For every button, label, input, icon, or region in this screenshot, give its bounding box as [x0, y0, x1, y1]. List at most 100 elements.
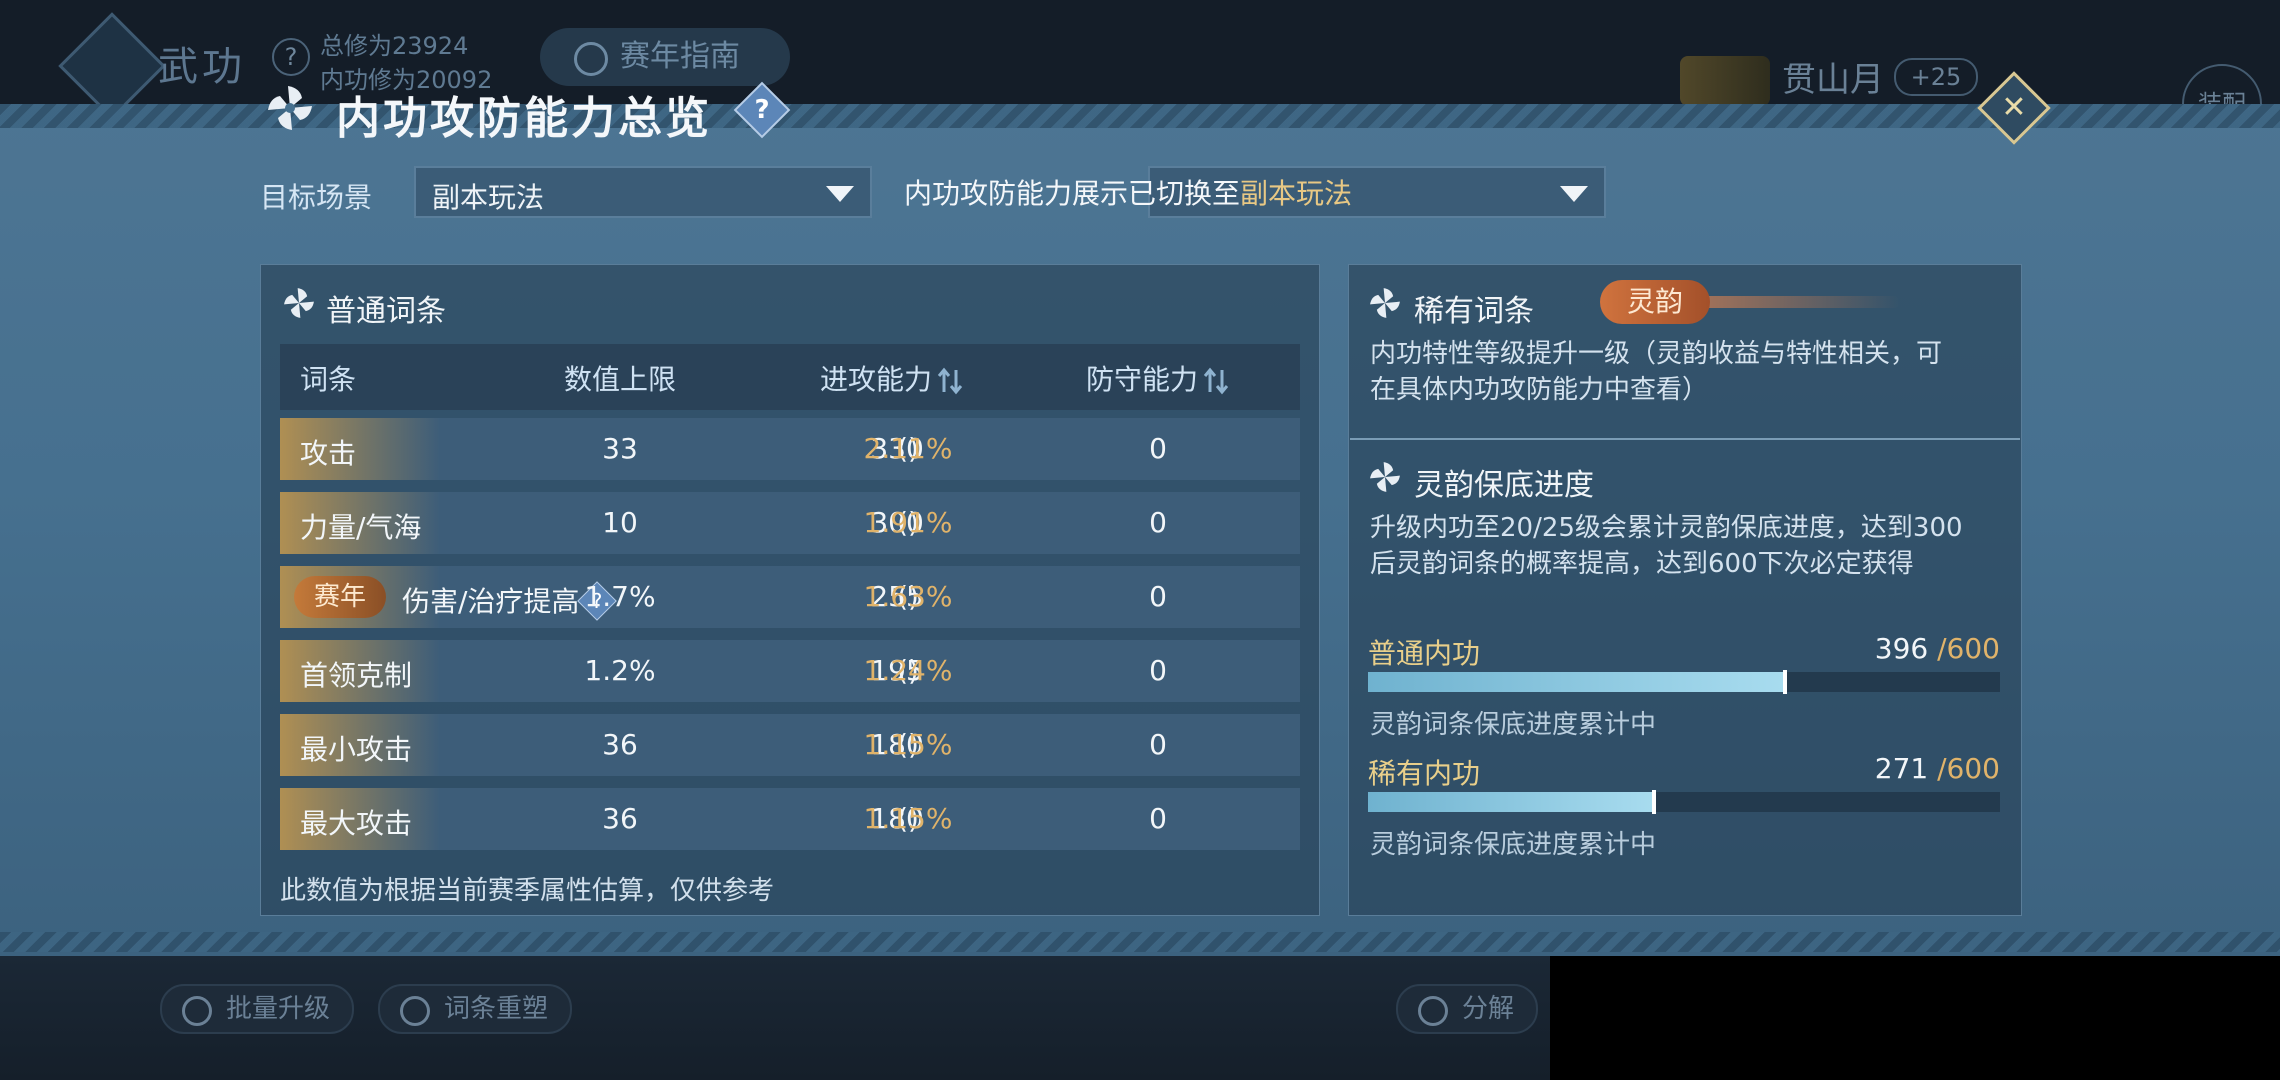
background-title: 武功: [158, 44, 246, 90]
player-name: 贯山月: [1782, 60, 1884, 100]
entry-defense-value: 0: [1149, 432, 1167, 465]
rare-neigong-progress-text: 271 /600: [1875, 752, 2000, 785]
progress-max: /600: [1937, 632, 2000, 665]
help-label: ?: [754, 95, 770, 125]
compass-icon: [574, 42, 608, 76]
progress-fill: [1368, 670, 1788, 694]
entry-attack-wrap: 255(1.63%): [863, 580, 953, 613]
table-row: 力量/气海 10 300(1.91%) 0: [280, 492, 1300, 554]
entry-name: 伤害/治疗提高: [402, 585, 580, 618]
header-defense-sort[interactable]: 防守能力: [1086, 358, 1230, 398]
header-attack: 进攻能力: [820, 363, 933, 396]
pinwheel-icon: [268, 86, 312, 130]
entry-defense-value: 0: [1149, 728, 1167, 761]
rare-neigong-status: 灵韵词条保底进度累计中: [1370, 830, 1657, 860]
rare-entries-title: 稀有词条: [1414, 294, 1534, 329]
pinwheel-icon: [1370, 462, 1400, 492]
normal-neigong-progress-text: 396 /600: [1875, 632, 2000, 665]
header-max: 数值上限: [563, 363, 677, 396]
decompose-button: 分解: [1396, 984, 1539, 1034]
panel-bottom-border: [0, 932, 2280, 952]
rare-desc: 内功特性等级提升一级（灵韵收益与特性相关，可 在具体内功攻防能力中查看）: [1370, 336, 1942, 408]
rare-desc-line: 内功特性等级提升一级（灵韵收益与特性相关，可: [1370, 339, 1943, 369]
entry-attack-wrap: 180(1.15%): [863, 728, 953, 761]
pity-desc-line: 升级内功至20/25级会累计灵韵保底进度，达到300: [1370, 513, 1963, 543]
entry-name: 最小攻击: [300, 733, 413, 766]
entry-attack-pct: 1.24%: [863, 654, 953, 687]
entry-max-value: 36: [602, 728, 638, 761]
lingyun-tag: 灵韵: [1600, 280, 1710, 324]
entry-attack-wrap: 300(1.91%): [863, 506, 953, 539]
season-guide-label: 赛年指南: [620, 39, 740, 74]
entry-attack-wrap: 195(1.24%): [863, 654, 953, 687]
entry-max-value: 1.2%: [584, 654, 656, 687]
target-scene-dropdown[interactable]: 副本玩法: [414, 166, 872, 218]
target-scene-label: 目标场景: [260, 181, 373, 214]
entry-name-with-help: 伤害/治疗提高?: [402, 580, 618, 621]
header-entry: 词条: [300, 363, 357, 396]
common-entries-title: 普通词条: [326, 294, 446, 329]
entry-name: 首领克制: [300, 659, 413, 692]
upgrade-icon: [182, 996, 212, 1026]
entry-name: 最大攻击: [300, 807, 413, 840]
decompose-label: 分解: [1462, 994, 1515, 1024]
entry-max-value: 10: [602, 506, 638, 539]
table-row: 攻击 33 330(2.11%) 0: [280, 418, 1300, 480]
sort-icon: [937, 367, 963, 395]
rare-desc-line: 在具体内功攻防能力中查看）: [1370, 375, 1709, 405]
season-tag: 赛年: [294, 576, 386, 618]
batch-upgrade-label: 批量升级: [226, 994, 331, 1024]
pity-title: 灵韵保底进度: [1414, 468, 1594, 503]
target-scene-value: 副本玩法: [432, 181, 545, 214]
table-header: 词条 数值上限 进攻能力 防守能力: [280, 344, 1300, 410]
entry-attack-wrap: 330(2.11%): [863, 432, 953, 465]
entry-attack-pct: 1.15%: [863, 802, 953, 835]
table-row: 最小攻击 36 180(1.15%) 0: [280, 714, 1300, 776]
entry-max-value: 33: [602, 432, 638, 465]
rare-tag-trail: [1690, 296, 1900, 308]
rare-neigong-label: 稀有内功: [1368, 757, 1481, 790]
decompose-icon: [1418, 996, 1448, 1026]
batch-upgrade-button: 批量升级: [160, 984, 355, 1034]
normal-neigong-label: 普通内功: [1368, 637, 1481, 670]
toast-highlight: 副本玩法: [1240, 177, 1353, 210]
entry-defense-value: 0: [1149, 580, 1167, 613]
black-overlay: [1550, 938, 2280, 1080]
entry-max-value: 36: [602, 802, 638, 835]
rare-neigong-progress-bar: [1368, 790, 2000, 814]
section-divider: [1350, 438, 2020, 440]
chevron-down-icon: [826, 186, 854, 202]
entry-attack-pct: 1.63%: [863, 580, 953, 613]
pity-desc-line: 后灵韵词条的概率提高，达到600下次必定获得: [1370, 549, 1914, 579]
table-row: 首领克制 1.2% 195(1.24%) 0: [280, 640, 1300, 702]
player-bonus: +25: [1894, 58, 1978, 96]
normal-neigong-progress-bar: [1368, 670, 2000, 694]
season-guide-button: 赛年指南: [540, 28, 790, 86]
header-defense: 防守能力: [1086, 363, 1199, 396]
toast-text: 内功攻防能力展示已切换至: [904, 177, 1241, 210]
table-row: 最大攻击 36 180(1.15%) 0: [280, 788, 1300, 850]
progress-fill: [1368, 790, 1656, 814]
reshape-entry-button: 词条重塑: [378, 984, 573, 1034]
total-cultivation: 总修为23924: [320, 32, 469, 60]
table-row: 赛年 伤害/治疗提高? 1.7% 255(1.63%) 0: [280, 566, 1300, 628]
entry-attack-wrap: 180(1.15%): [863, 802, 953, 835]
estimate-note: 此数值为根据当前赛季属性估算，仅供参考: [280, 876, 775, 906]
panel-title: 内功攻防能力总览: [336, 93, 712, 144]
pinwheel-icon: [1370, 288, 1400, 318]
progress-value: 271: [1874, 752, 1929, 785]
normal-neigong-status: 灵韵词条保底进度累计中: [1370, 710, 1657, 740]
entry-max-value: 1.7%: [584, 580, 656, 613]
background-help-icon: ?: [272, 38, 310, 76]
entry-name: 力量/气海: [300, 511, 422, 544]
entry-defense-value: 0: [1149, 506, 1167, 539]
sort-icon: [1203, 367, 1229, 395]
entry-attack-pct: 1.91%: [863, 506, 953, 539]
progress-max: /600: [1937, 752, 2000, 785]
entry-defense-value: 0: [1149, 654, 1167, 687]
reshape-entry-label: 词条重塑: [444, 994, 549, 1024]
chevron-down-icon: [1560, 186, 1588, 202]
player-emblem: [1680, 56, 1770, 106]
header-attack-sort[interactable]: 进攻能力: [820, 358, 964, 398]
close-icon: ✕: [2001, 90, 2027, 125]
